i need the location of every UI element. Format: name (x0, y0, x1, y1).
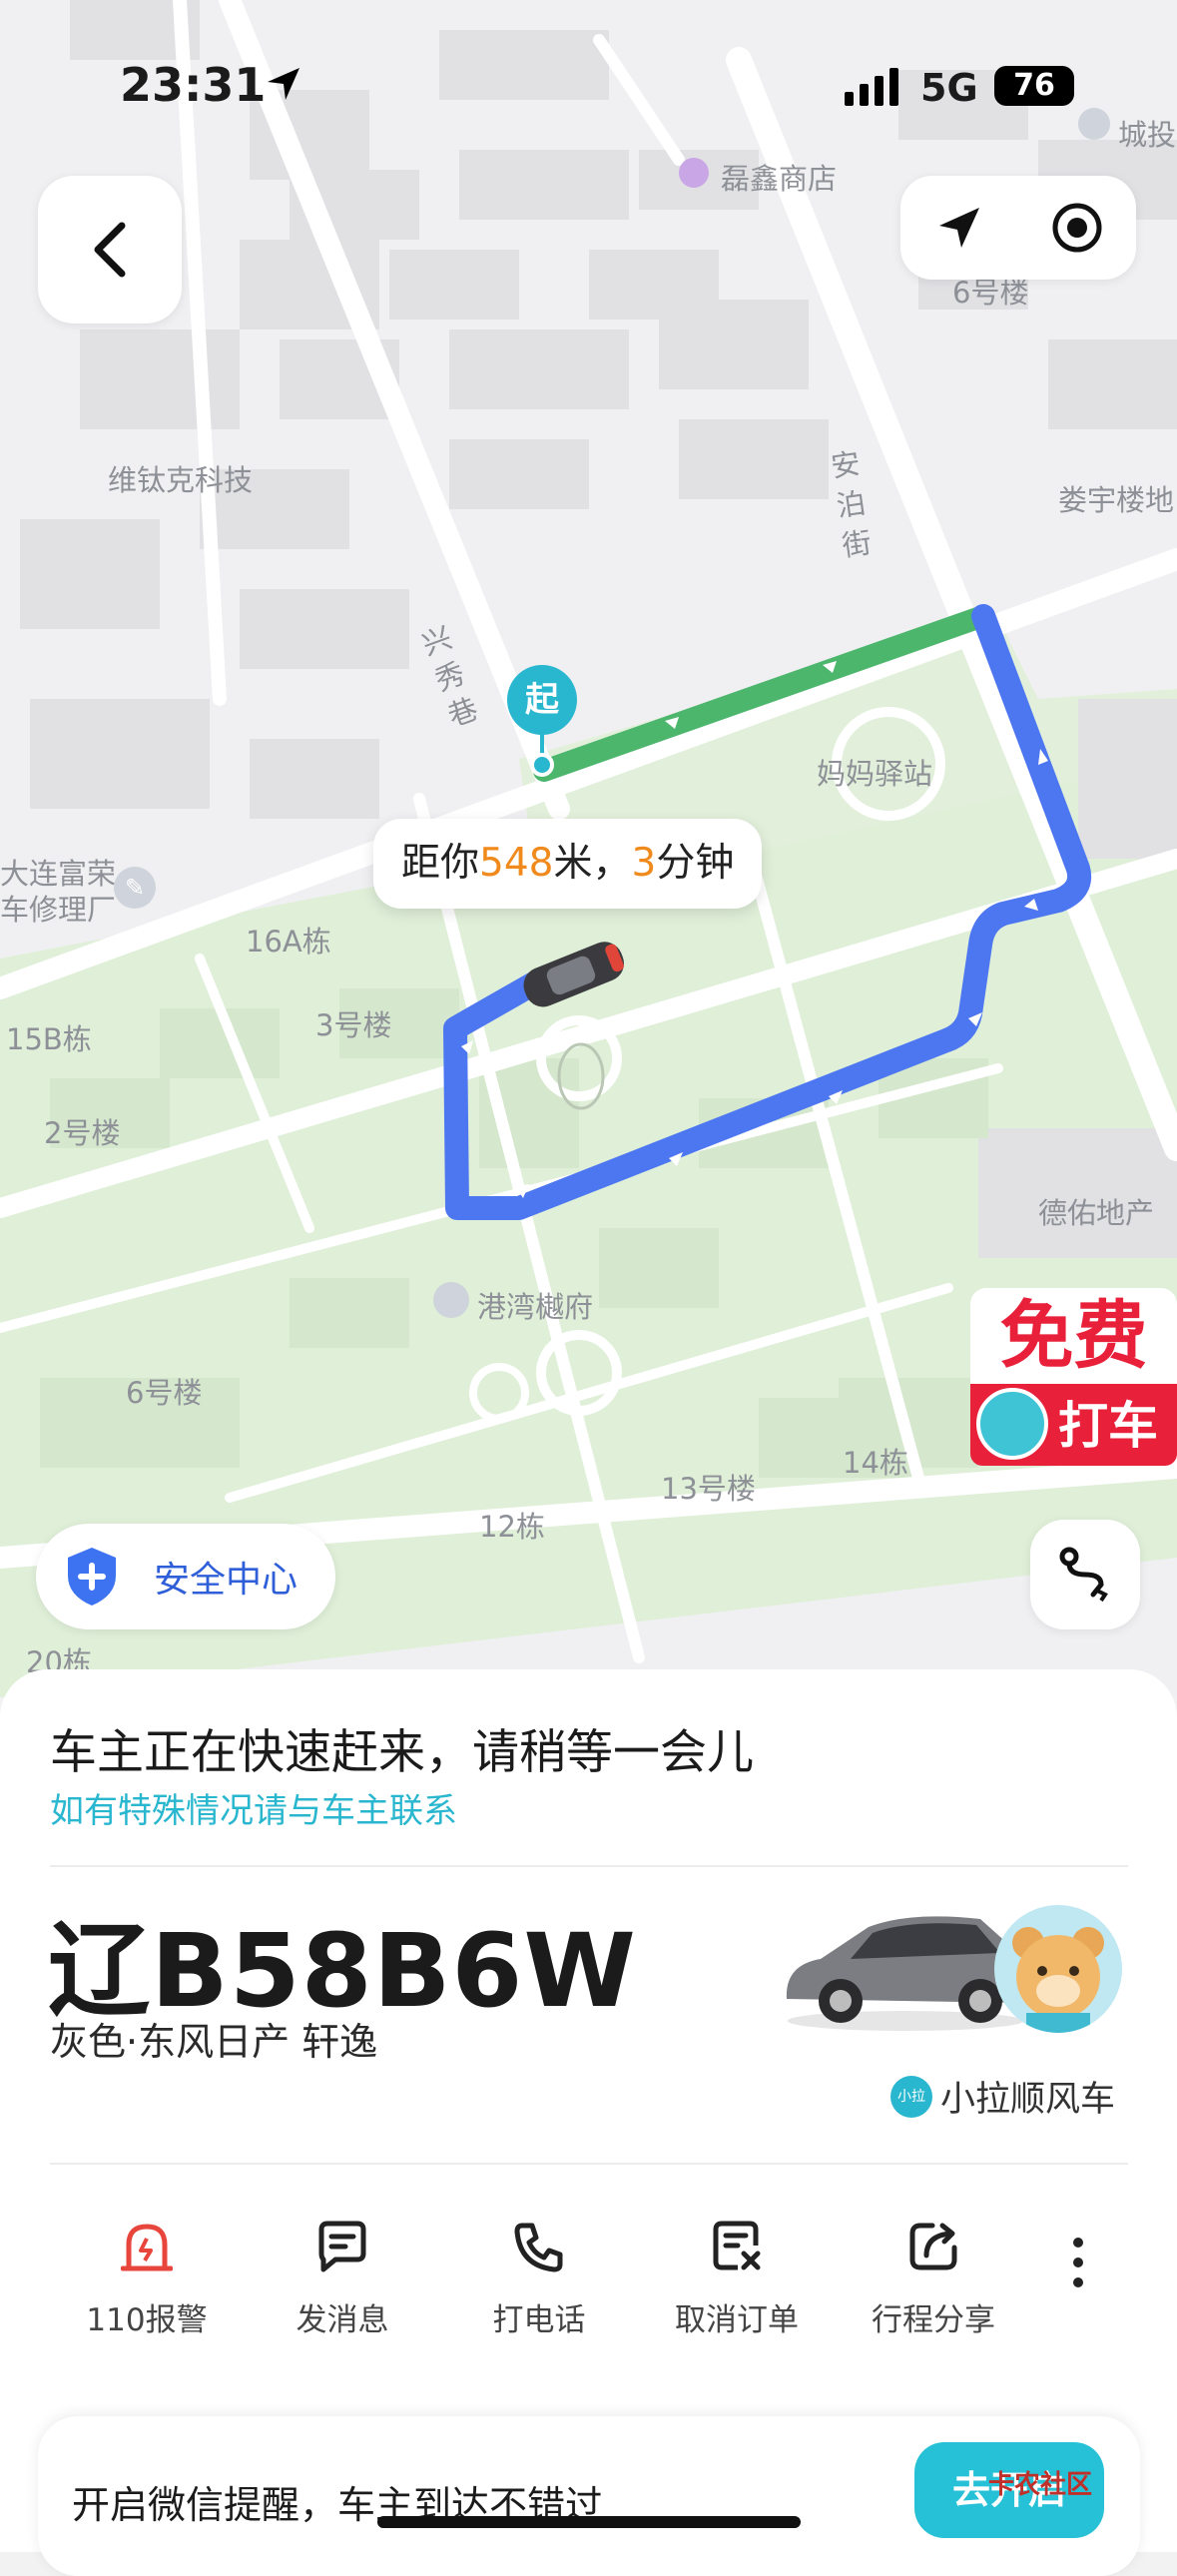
more-vertical-icon (1073, 2238, 1083, 2287)
location-arrow-icon (268, 68, 299, 100)
map-label-gangwan: 港湾樾府 (477, 1290, 594, 1324)
start-marker: 起 (507, 665, 577, 735)
map-label-dalian2: 车修理厂 (0, 893, 117, 927)
locate-button[interactable] (1018, 176, 1136, 280)
map-label-3: 3号楼 (315, 1008, 392, 1042)
eta-prefix: 距你 (401, 841, 480, 886)
map-label-deyou: 德佑地产 (1038, 1196, 1155, 1230)
watermark: 卡农社区 (988, 2470, 1093, 2500)
locate-target-icon (1052, 203, 1102, 253)
home-indicator[interactable] (377, 2516, 801, 2528)
message-icon (318, 2221, 366, 2272)
map-label-14: 14栋 (843, 1446, 908, 1480)
divider (50, 1865, 1128, 1867)
share-trip-button[interactable]: 行程分享 (849, 2215, 1018, 2339)
call-button[interactable]: 打电话 (454, 2215, 624, 2339)
action-label: 行程分享 (872, 2302, 995, 2338)
back-button[interactable] (38, 176, 182, 323)
route-icon (1059, 1547, 1108, 1603)
navigation-arrow-icon (939, 208, 979, 248)
free-ride-promo[interactable]: 免费 打车 (970, 1288, 1177, 1466)
chevron-left-icon (94, 222, 126, 278)
action-label: 打电话 (492, 2302, 586, 2338)
car-description: 灰色·东风日产 轩逸 (50, 2020, 378, 2064)
map-label-2: 2号楼 (44, 1116, 121, 1150)
shield-icon (68, 1548, 116, 1606)
car-image (786, 1916, 1024, 2031)
service-brand: 小拉 小拉顺风车 (890, 2071, 1115, 2122)
home-icon (433, 1282, 469, 1318)
eta-minutes: 3 (631, 841, 657, 886)
alarm-110-button[interactable]: 110报警 (62, 2215, 232, 2339)
driver-avatar[interactable] (994, 1905, 1122, 2033)
map-label-13: 13号楼 (661, 1472, 756, 1506)
service-name: 小拉顺风车 (940, 2080, 1116, 2120)
map-controls (900, 176, 1136, 280)
action-label: 110报警 (86, 2302, 208, 2338)
battery-icon: 76 (994, 66, 1074, 106)
map-label-15b: 15B栋 (6, 1022, 92, 1056)
eta-unit: 米， (553, 841, 632, 886)
promo-mascot-icon (976, 1388, 1048, 1460)
bear-avatar-icon (1012, 1927, 1104, 2033)
alarm-icon (121, 2224, 173, 2271)
service-badge: 小拉 (890, 2075, 932, 2118)
map-label-12: 12栋 (479, 1510, 545, 1544)
safety-center-label: 安全中心 (154, 1560, 298, 1601)
home-icon (1078, 108, 1110, 140)
map-label-6: 6号楼 (126, 1376, 203, 1410)
map-label-16a: 16A栋 (246, 925, 331, 959)
more-options-button[interactable] (1058, 2229, 1098, 2298)
divider (50, 2163, 1128, 2165)
map-label-weitaike: 维钛克科技 (108, 463, 254, 497)
map-label-chengtou: 城投 (1118, 118, 1177, 152)
cancel-order-button[interactable]: 取消订单 (652, 2215, 822, 2339)
car-marker (523, 942, 625, 1007)
route-overview-button[interactable] (1030, 1520, 1140, 1629)
safety-center-button[interactable]: 安全中心 (36, 1524, 335, 1629)
start-marker-dot (530, 753, 554, 777)
action-label: 发消息 (295, 2302, 389, 2338)
shop-icon (679, 158, 709, 188)
map-label-mama: 妈妈驿站 (817, 757, 933, 791)
navigate-button[interactable] (900, 176, 1018, 280)
wechat-reminder-banner: 开启微信提醒，车主到达不错过 去开启 (38, 2416, 1140, 2576)
phone-icon (514, 2223, 563, 2272)
signal-icon (845, 68, 898, 106)
trip-status-title: 车主正在快速赶来，请稍等一会儿 (50, 1725, 754, 1780)
network-type: 5G (920, 66, 978, 110)
promo-line1: 免费 (970, 1288, 1177, 1384)
send-message-button[interactable]: 发消息 (258, 2215, 427, 2339)
action-label: 取消订单 (675, 2302, 799, 2338)
cancel-order-icon (713, 2221, 761, 2270)
wrench-icon: ✎ (114, 867, 156, 909)
map-label-louyu: 娄宇楼地 (1058, 483, 1175, 517)
eta-distance: 548 (479, 841, 554, 886)
battery-level: 76 (1013, 68, 1055, 103)
map-label-shop: 磊鑫商店 (721, 162, 838, 196)
promo-line2: 打车 (1058, 1397, 1158, 1455)
trip-status-subtitle[interactable]: 如有特殊情况请与车主联系 (50, 1783, 457, 1832)
share-icon (909, 2223, 957, 2270)
status-time: 23:31 (120, 58, 267, 112)
eta-suffix: 分钟 (656, 841, 735, 886)
eta-bubble: 距你548米，3分钟 (373, 819, 763, 909)
